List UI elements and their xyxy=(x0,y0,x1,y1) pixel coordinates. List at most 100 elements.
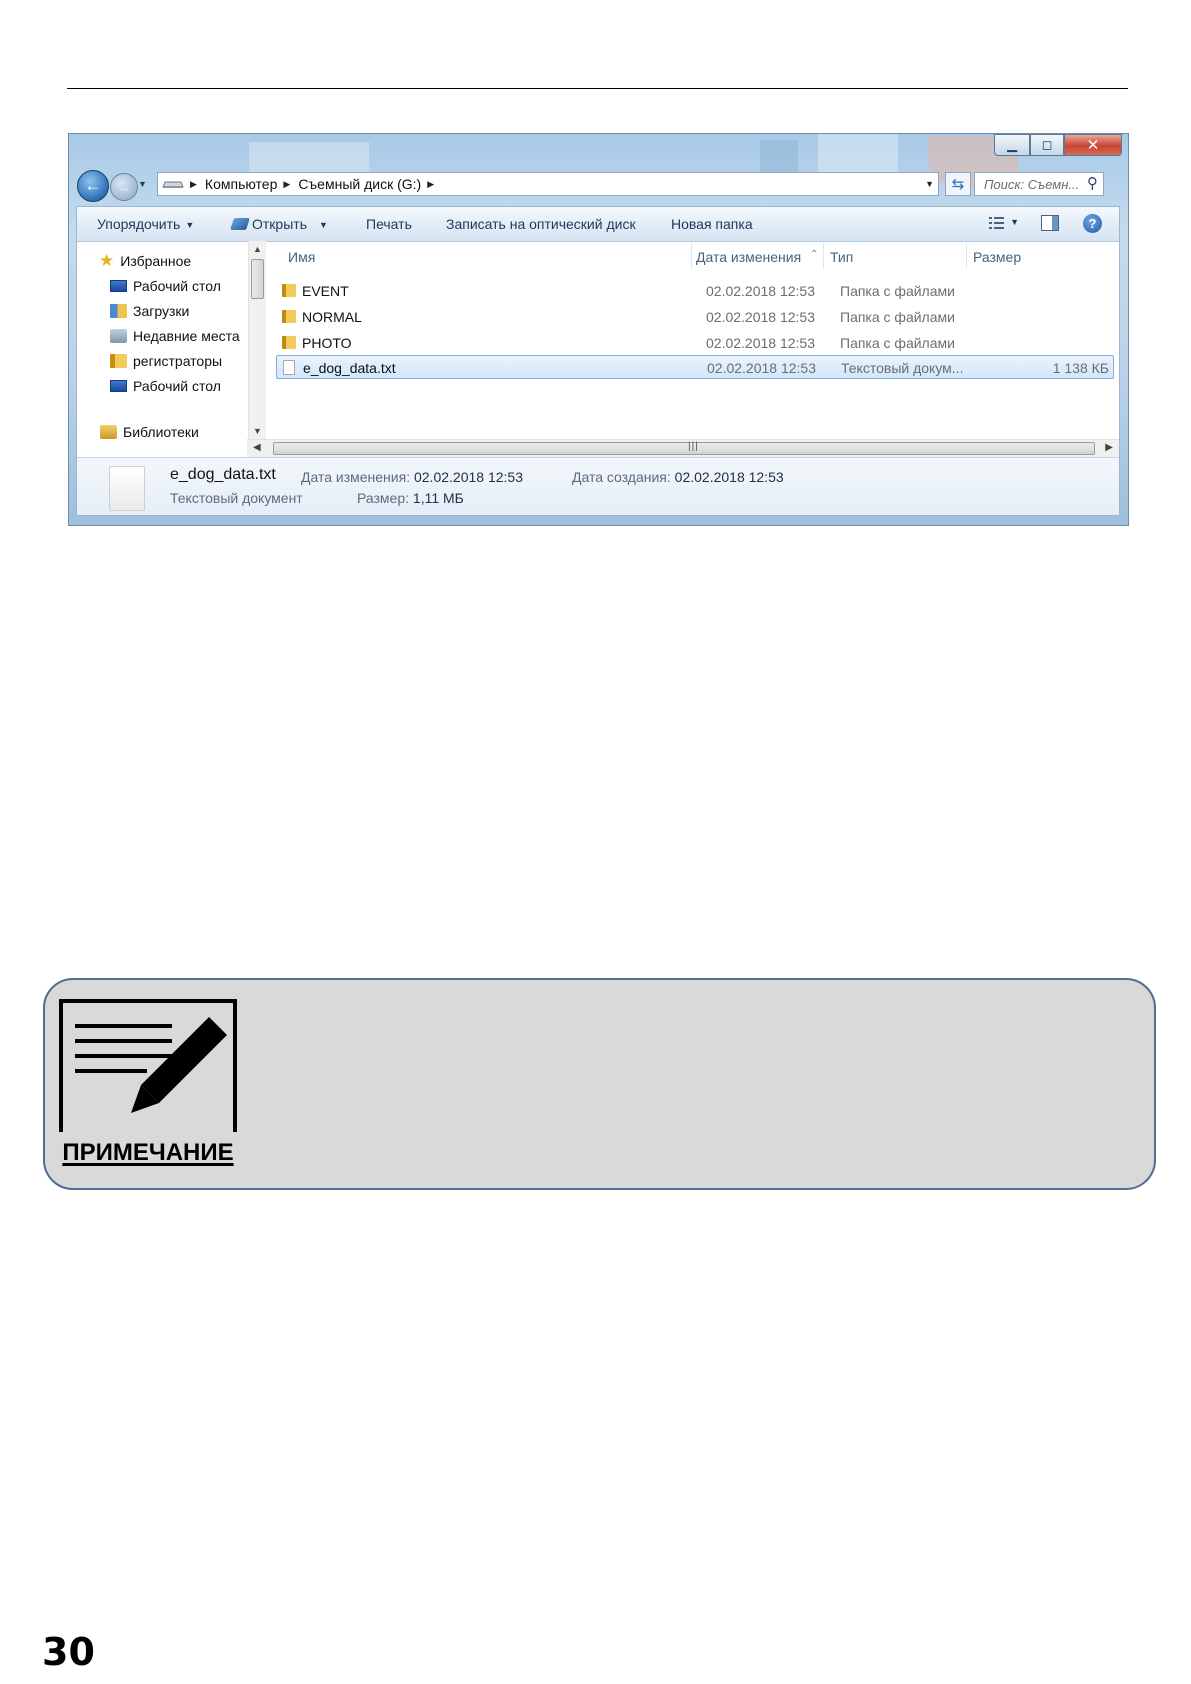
address-row: ← → ▼ ▶ Компьютер ▶ Съемный диск (G:) ▶ … xyxy=(77,170,1122,202)
details-value: 1,11 МБ xyxy=(412,490,464,506)
column-header-type[interactable]: Тип xyxy=(830,249,853,265)
search-placeholder: Поиск: Съемн... xyxy=(984,176,1080,192)
file-name: PHOTO xyxy=(302,335,352,351)
desktop-icon xyxy=(110,380,127,392)
file-row[interactable]: EVENT 02.02.2018 12:53 Папка с файлами xyxy=(276,279,1114,303)
column-divider[interactable] xyxy=(966,243,967,269)
search-input[interactable]: Поиск: Съемн... ⚲ xyxy=(974,172,1104,196)
file-name: NORMAL xyxy=(302,309,362,325)
scroll-thumb[interactable] xyxy=(251,259,264,299)
nav-item-downloads[interactable]: Загрузки xyxy=(110,301,189,321)
column-divider[interactable] xyxy=(823,243,824,269)
nav-item-libraries[interactable]: Библиотеки xyxy=(100,422,199,439)
nav-label: Избранное xyxy=(120,253,192,269)
note-box: ПРИМЕЧАНИЕ xyxy=(43,978,1156,1190)
details-label: Дата создания: xyxy=(572,469,671,485)
file-date: 02.02.2018 12:53 xyxy=(707,360,816,376)
file-list: Имя ⌃ Дата изменения Тип Размер EVENT 02… xyxy=(266,241,1119,439)
details-created: Дата создания: 02.02.2018 12:53 xyxy=(572,469,784,485)
refresh-button[interactable]: ⇆ xyxy=(945,172,971,196)
organize-button[interactable]: Упорядочить ▼ xyxy=(97,216,194,232)
column-header-size[interactable]: Размер xyxy=(973,249,1021,265)
details-pane: e_dog_data.txt Текстовый документ Дата и… xyxy=(77,457,1119,515)
chevron-down-icon: ▼ xyxy=(185,220,195,230)
print-button[interactable]: Печать xyxy=(366,216,412,232)
file-name: e_dog_data.txt xyxy=(303,360,396,376)
nav-label: Рабочий стол xyxy=(133,278,221,294)
address-bar[interactable]: ▶ Компьютер ▶ Съемный диск (G:) ▶ ▼ xyxy=(157,172,939,196)
search-icon[interactable]: ⚲ xyxy=(1087,174,1098,192)
breadcrumb-computer[interactable]: Компьютер xyxy=(205,176,277,192)
note-label: ПРИМЕЧАНИЕ xyxy=(59,1132,237,1174)
nav-scrollbar[interactable]: ▲ ▼ xyxy=(248,241,266,439)
folder-icon xyxy=(110,354,127,368)
details-file-kind: Текстовый документ xyxy=(170,490,303,506)
column-header-name[interactable]: Имя xyxy=(288,249,315,265)
scroll-left-icon[interactable]: ◀ xyxy=(253,442,261,453)
column-headers: Имя ⌃ Дата изменения Тип Размер xyxy=(266,241,1119,271)
nav-label: регистраторы xyxy=(133,353,223,369)
recent-places-icon xyxy=(110,329,127,343)
details-label: Дата изменения: xyxy=(301,469,411,485)
file-row[interactable]: NORMAL 02.02.2018 12:53 Папка с файлами xyxy=(276,305,1114,329)
file-row[interactable]: PHOTO 02.02.2018 12:53 Папка с файлами xyxy=(276,331,1114,355)
burn-button[interactable]: Записать на оптический диск xyxy=(446,216,636,232)
preview-pane-icon[interactable] xyxy=(1041,215,1059,231)
libraries-icon xyxy=(100,425,117,439)
open-label: Открыть xyxy=(252,216,307,232)
chevron-right-icon[interactable]: ▶ xyxy=(427,179,434,190)
pencil-icon xyxy=(131,1017,227,1113)
file-name: EVENT xyxy=(302,283,349,299)
chevron-down-icon[interactable]: ▼ xyxy=(1010,217,1019,227)
explorer-content: Упорядочить ▼ Открыть ▼ Печать Записать на… xyxy=(76,206,1120,516)
address-dropdown-icon[interactable]: ▼ xyxy=(925,179,934,189)
file-size: 1 138 КБ xyxy=(1052,360,1109,376)
maximize-button[interactable]: ◻ xyxy=(1030,134,1064,156)
new-folder-button[interactable]: Новая папка xyxy=(671,216,753,232)
explorer-window: ▁ ◻ ✕ ← → ▼ ▶ Компьютер ▶ Съемный диск (… xyxy=(68,133,1129,526)
chevron-down-icon: ▼ xyxy=(318,220,328,230)
recent-pages-dropdown[interactable]: ▼ xyxy=(138,179,147,189)
view-options-icon[interactable] xyxy=(988,215,1006,231)
details-value: 02.02.2018 12:53 xyxy=(674,469,784,485)
horizontal-scrollbar[interactable]: ◀ ||| ▶ xyxy=(247,439,1119,458)
note-pencil-icon: ПРИМЕЧАНИЕ xyxy=(59,999,237,1174)
nav-label: Загрузки xyxy=(133,303,190,319)
folder-icon xyxy=(282,310,296,323)
scroll-up-icon[interactable]: ▲ xyxy=(253,244,262,254)
scroll-thumb[interactable]: ||| xyxy=(273,441,1095,455)
page-number: 30 xyxy=(42,1630,95,1674)
scroll-down-icon[interactable]: ▼ xyxy=(253,426,262,436)
drive-icon xyxy=(162,181,184,188)
breadcrumb-removable-disk[interactable]: Съемный диск (G:) xyxy=(298,176,421,192)
file-row-selected[interactable]: e_dog_data.txt 02.02.2018 12:53 Текстовы… xyxy=(276,355,1114,379)
nav-item-desktop[interactable]: Рабочий стол xyxy=(110,276,221,296)
column-header-date[interactable]: Дата изменения xyxy=(696,249,801,265)
column-divider[interactable] xyxy=(691,243,692,269)
navigation-pane: ★ Избранное Рабочий стол Загрузки Недавни… xyxy=(77,241,247,439)
text-document-icon xyxy=(109,466,145,511)
help-icon[interactable]: ? xyxy=(1083,214,1102,233)
chevron-right-icon[interactable]: ▶ xyxy=(283,179,290,190)
grip-icon: ||| xyxy=(688,441,699,452)
nav-item-favorites[interactable]: ★ Избранное xyxy=(99,251,191,271)
sort-ascending-icon: ⌃ xyxy=(810,249,819,260)
organize-label: Упорядочить xyxy=(97,216,181,232)
forward-button[interactable]: → xyxy=(110,173,138,201)
desktop-icon xyxy=(110,280,127,292)
nav-item-recent[interactable]: Недавние места xyxy=(110,326,240,346)
file-type: Текстовый докум... xyxy=(841,360,964,376)
minimize-button[interactable]: ▁ xyxy=(994,134,1030,156)
nav-item-desktop-2[interactable]: Рабочий стол xyxy=(110,376,221,396)
nav-item-recorders[interactable]: регистраторы xyxy=(110,351,222,371)
details-file-name: e_dog_data.txt xyxy=(170,466,276,483)
chevron-right-icon[interactable]: ▶ xyxy=(190,179,197,190)
folder-icon xyxy=(282,284,296,297)
file-date: 02.02.2018 12:53 xyxy=(706,335,815,351)
open-button[interactable]: Открыть ▼ xyxy=(230,216,328,232)
back-button[interactable]: ← xyxy=(77,170,109,202)
downloads-icon xyxy=(110,304,127,318)
scroll-right-icon[interactable]: ▶ xyxy=(1105,442,1113,453)
close-button[interactable]: ✕ xyxy=(1064,134,1122,156)
details-size: Размер: 1,11 МБ xyxy=(357,490,464,506)
